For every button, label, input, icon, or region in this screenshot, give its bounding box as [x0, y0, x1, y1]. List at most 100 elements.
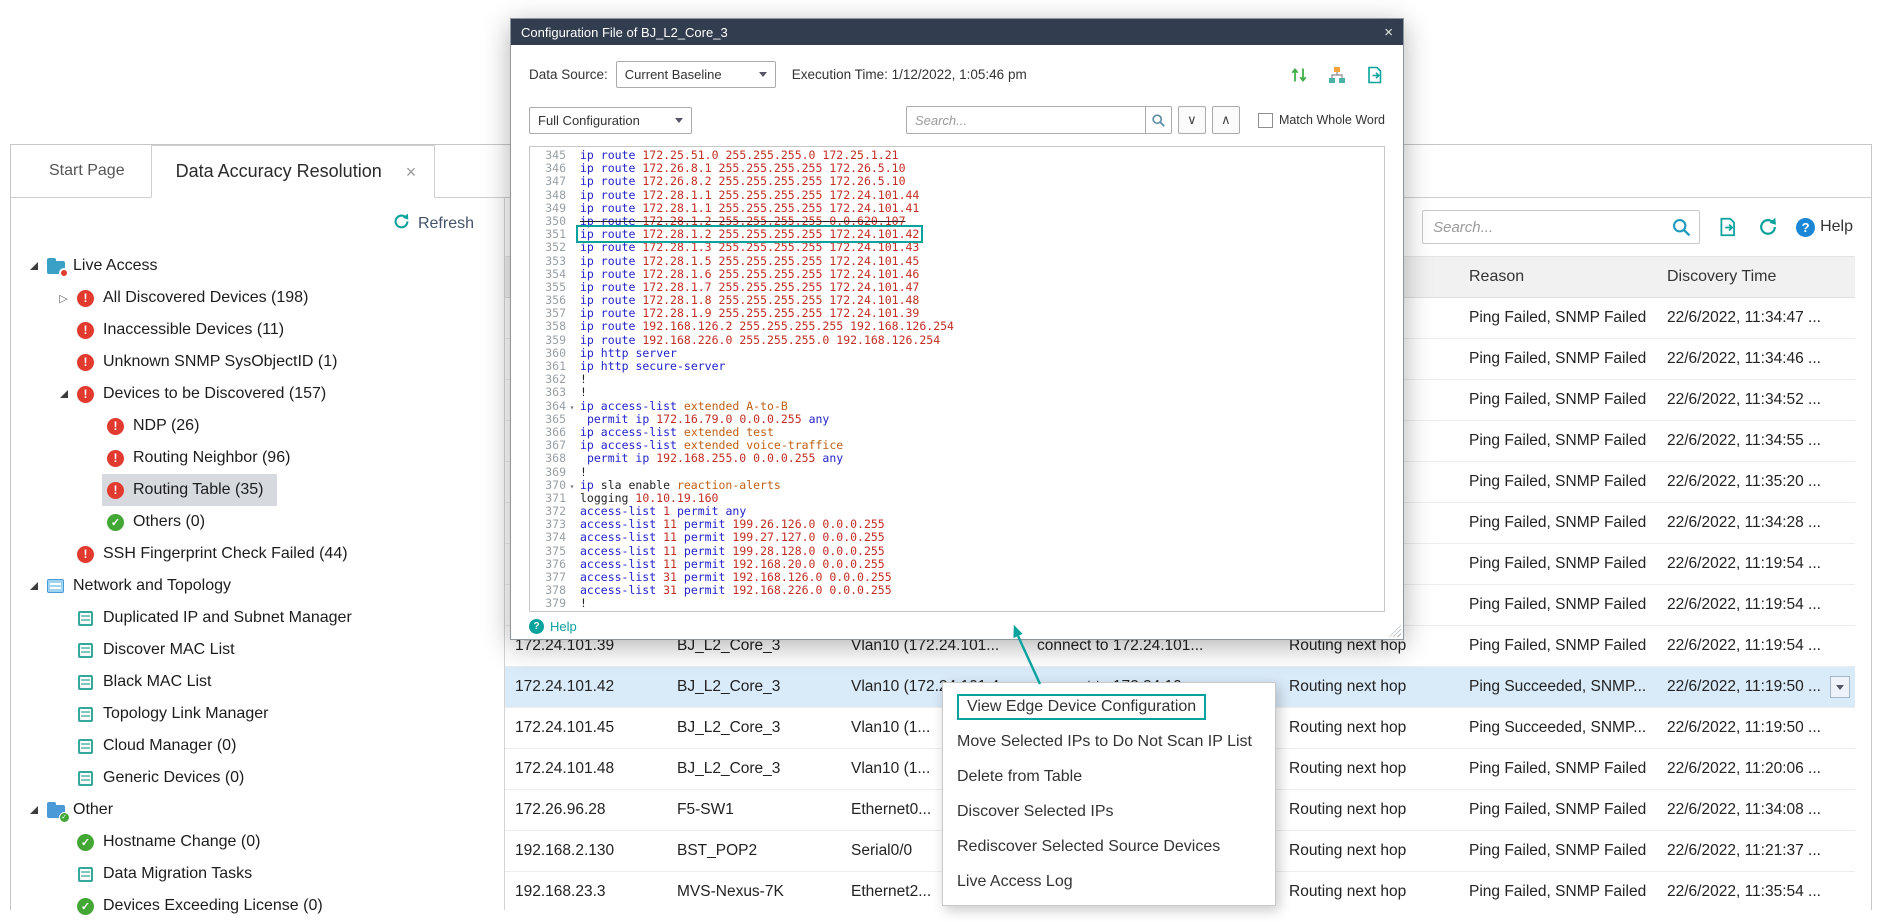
config-tree-icon[interactable] — [1327, 65, 1347, 85]
tree-item-black-mac-list[interactable]: Black MAC List — [11, 666, 504, 698]
dialog-body: Data Source: Current Baseline Execution … — [511, 45, 1403, 634]
config-search-input[interactable] — [907, 113, 1145, 128]
cell-reason: Ping Failed, SNMP Failed — [1459, 544, 1657, 584]
cell-reason: Ping Failed, SNMP Failed — [1459, 380, 1657, 420]
tree-item-discover-mac-list[interactable]: Discover MAC List — [11, 634, 504, 666]
tree-item-other[interactable]: ✓Other — [11, 794, 504, 826]
context-menu: View Edge Device ConfigurationMove Selec… — [942, 682, 1276, 906]
dialog-help-link[interactable]: ? Help — [529, 619, 1385, 634]
cell-ip: 172.24.101.45 — [505, 708, 667, 748]
dialog-close-icon[interactable]: × — [1384, 25, 1393, 40]
help-link[interactable]: ? Help — [1796, 218, 1853, 237]
col-reason[interactable]: Reason — [1459, 257, 1657, 297]
tree-item-cloud-manager-0[interactable]: Cloud Manager (0) — [11, 730, 504, 762]
manager-list-icon — [76, 641, 95, 660]
cell-reason: Ping Failed, SNMP Failed — [1459, 749, 1657, 789]
error-icon: ! — [106, 449, 125, 468]
search-icon[interactable] — [1669, 215, 1693, 239]
fold-icon[interactable]: ▾ — [566, 401, 578, 414]
tree-item-generic-devices-0[interactable]: Generic Devices (0) — [11, 762, 504, 794]
find-prev-button[interactable]: ∧ — [1212, 106, 1240, 134]
match-whole-word: Match Whole Word — [1258, 113, 1385, 128]
menu-item-move-selected-ips-to-do-not-scan-ip-list[interactable]: Move Selected IPs to Do Not Scan IP List — [943, 724, 1275, 759]
tree-item-label: Devices to be Discovered (157) — [103, 385, 326, 403]
menu-item-rediscover-selected-source-devices[interactable]: Rediscover Selected Source Devices — [943, 829, 1275, 864]
menu-item-delete-from-table[interactable]: Delete from Table — [943, 759, 1275, 794]
refresh-label: Refresh — [418, 215, 474, 233]
refresh-button[interactable]: Refresh — [392, 212, 474, 236]
cell-ip: 172.24.101.42 — [505, 667, 667, 707]
config-text: ip route 172.25.51.0 255.255.255.0 172.2… — [578, 148, 901, 162]
line-number: 348 — [530, 189, 566, 202]
tree-item-hostname-change-0[interactable]: ✓Hostname Change (0) — [11, 826, 504, 858]
view-selector[interactable]: Full Configuration — [529, 107, 692, 134]
config-content[interactable]: 345ip route 172.25.51.0 255.255.255.0 17… — [529, 146, 1385, 612]
collapse-icon[interactable] — [55, 390, 72, 398]
tree-item-routing-neighbor-96[interactable]: !Routing Neighbor (96) — [11, 442, 504, 474]
tree-item-topology-link-manager[interactable]: Topology Link Manager — [11, 698, 504, 730]
tree-item-devices-to-be-discovered-157[interactable]: !Devices to be Discovered (157) — [11, 378, 504, 410]
config-text: ip route 172.26.8.2 255.255.255.255 172.… — [578, 174, 908, 188]
manager-list-icon — [76, 865, 95, 884]
execution-time: Execution Time: 1/12/2022, 1:05:46 pm — [792, 67, 1027, 82]
collapse-icon[interactable] — [25, 582, 42, 590]
collapse-icon[interactable] — [25, 262, 42, 270]
row-dropdown-button[interactable] — [1830, 676, 1850, 698]
tree-item-others-0[interactable]: ✓Others (0) — [11, 506, 504, 538]
tree-item-label: Network and Topology — [73, 577, 231, 595]
tree-item-label: Live Access — [73, 257, 157, 275]
collapse-icon[interactable] — [25, 806, 42, 814]
find-next-button[interactable]: ∨ — [1178, 106, 1206, 134]
tab-close-icon[interactable]: × — [406, 163, 417, 181]
col-time[interactable]: Discovery Time — [1657, 257, 1855, 297]
config-line-368: 368 permit ip 192.168.255.0 0.0.0.255 an… — [530, 452, 1384, 465]
match-whole-word-checkbox[interactable] — [1258, 113, 1273, 128]
search-in-config-icon[interactable] — [1145, 107, 1171, 133]
tree-item-duplicated-ip-and-subnet-manager[interactable]: Duplicated IP and Subnet Manager — [11, 602, 504, 634]
cell-reason: Ping Failed, SNMP Failed — [1459, 585, 1657, 625]
config-text: ip route 172.28.1.1 255.255.255.255 172.… — [578, 188, 921, 202]
data-source-select[interactable]: Current Baseline — [616, 61, 776, 88]
line-number: 353 — [530, 255, 566, 268]
tree-item-routing-table-35[interactable]: !Routing Table (35) — [11, 474, 504, 506]
tree-item-live-access[interactable]: Live Access — [11, 250, 504, 282]
cell-ip: 192.168.23.3 — [505, 872, 667, 910]
cell-reason: Ping Failed, SNMP Failed — [1459, 421, 1657, 461]
tab-start-page[interactable]: Start Page — [23, 145, 151, 197]
table-search-input[interactable] — [1433, 219, 1669, 236]
tree-item-devices-exceeding-license-0[interactable]: ✓Devices Exceeding License (0) — [11, 890, 504, 922]
tree-item-inaccessible-devices-11[interactable]: !Inaccessible Devices (11) — [11, 314, 504, 346]
cell-time: 22/6/2022, 11:21:37 ... — [1657, 831, 1855, 871]
cell-time: 22/6/2022, 11:20:06 ... — [1657, 749, 1855, 789]
tree-item-network-and-topology[interactable]: Network and Topology — [11, 570, 504, 602]
other-folder-icon: ✓ — [46, 801, 65, 820]
fold-icon[interactable]: ▾ — [566, 480, 578, 493]
error-icon: ! — [76, 321, 95, 340]
menu-item-view-edge-device-configuration[interactable]: View Edge Device Configuration — [943, 689, 1275, 724]
sync-button[interactable] — [1756, 215, 1780, 239]
tree-item-all-discovered-devices-198[interactable]: ▷!All Discovered Devices (198) — [11, 282, 504, 314]
expand-icon[interactable]: ▷ — [55, 292, 72, 305]
cell-type: Routing next hop — [1279, 872, 1459, 910]
tree-item-data-migration-tasks[interactable]: Data Migration Tasks — [11, 858, 504, 890]
config-line-375: 375access-list 11 permit 199.28.128.0 0.… — [530, 545, 1384, 558]
tree-item-label: SSH Fingerprint Check Failed (44) — [103, 545, 348, 563]
tree-item-unknown-snmp-sysobjectid-1[interactable]: !Unknown SNMP SysObjectID (1) — [11, 346, 504, 378]
tree-item-label: Duplicated IP and Subnet Manager — [103, 609, 352, 627]
tab-data-accuracy-resolution[interactable]: Data Accuracy Resolution × — [151, 145, 436, 198]
config-text: access-list 11 permit 199.26.126.0 0.0.0… — [578, 517, 887, 531]
compare-baseline-icon[interactable] — [1289, 65, 1309, 85]
error-icon: ! — [76, 353, 95, 372]
menu-item-discover-selected-ips[interactable]: Discover Selected IPs — [943, 794, 1275, 829]
data-source-label: Data Source: — [529, 67, 608, 82]
tree-item-ndp-26[interactable]: !NDP (26) — [11, 410, 504, 442]
export-config-icon[interactable] — [1365, 65, 1385, 85]
menu-item-live-access-log[interactable]: Live Access Log — [943, 864, 1275, 899]
config-text: ip route 172.28.1.2 255.255.255.255 0.0.… — [578, 214, 908, 228]
config-text: access-list 11 permit 199.27.127.0 0.0.0… — [578, 530, 887, 544]
tree-item-ssh-fingerprint-check-failed-44[interactable]: !SSH Fingerprint Check Failed (44) — [11, 538, 504, 570]
dialog-title-bar[interactable]: Configuration File of BJ_L2_Core_3 × — [511, 19, 1403, 45]
export-button[interactable] — [1716, 215, 1740, 239]
config-text: ! — [578, 385, 589, 399]
chevron-down-icon — [1836, 685, 1844, 690]
